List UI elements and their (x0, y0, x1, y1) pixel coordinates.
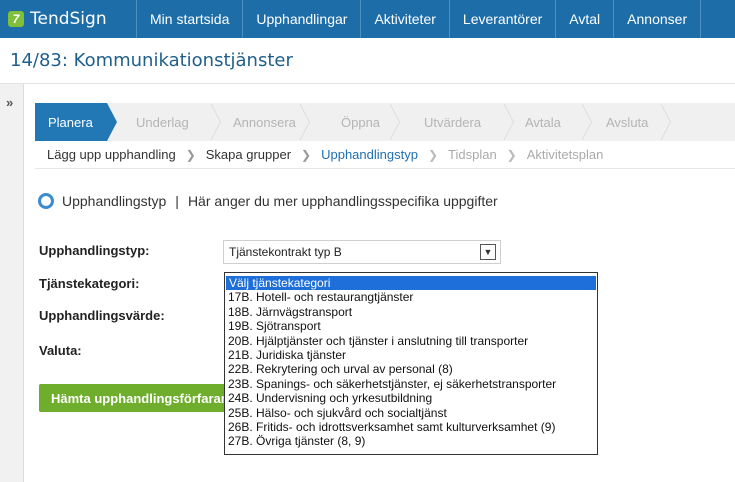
nav-min-startsida[interactable]: Min startsida (137, 0, 244, 38)
chevron-right-icon: ❯ (185, 147, 196, 162)
substep-skapa-grupper[interactable]: Skapa grupper (206, 147, 291, 162)
service-category-dropdown[interactable]: Välj tjänstekategori 17B. Hotell- och re… (224, 272, 598, 455)
dropdown-option[interactable]: 25B. Hälso- och sjukvård och socialtjäns… (225, 406, 597, 420)
page-title: 14/83: Kommunikationstjänster (10, 50, 293, 71)
service-category-label: Tjänstekategori: (39, 276, 140, 291)
gear-icon (38, 193, 54, 209)
dropdown-option[interactable]: 24B. Undervisning och yrkesutbildning (225, 391, 597, 405)
dropdown-option[interactable]: 27B. Övriga tjänster (8, 9) (225, 434, 597, 448)
step-underlag[interactable]: Underlag (136, 103, 189, 141)
dropdown-option[interactable]: Välj tjänstekategori (226, 276, 596, 291)
dropdown-option[interactable]: 21B. Juridiska tjänster (225, 348, 597, 362)
chevron-right-icon: ❯ (506, 147, 517, 162)
logo-text: TendSign (30, 9, 107, 29)
nav-aktiviteter[interactable]: Aktiviteter (361, 0, 450, 38)
step-utvardera[interactable]: Utvärdera (424, 103, 481, 141)
section-title: Upphandlingstyp (62, 193, 167, 209)
substep-tidsplan[interactable]: Tidsplan (448, 147, 497, 162)
step-divider (389, 103, 400, 141)
currency-label: Valuta: (39, 343, 82, 358)
procurement-type-value: Tjänstekontrakt typ B (229, 245, 342, 259)
step-annonsera[interactable]: Annonsera (233, 103, 296, 141)
chevron-right-icon: ❯ (427, 147, 439, 162)
dropdown-option[interactable]: 19B. Sjötransport (225, 319, 597, 333)
step-divider (210, 103, 221, 141)
chevron-right-icon: ❯ (301, 147, 312, 162)
section-heading: Upphandlingstyp | Här anger du mer uppha… (38, 193, 498, 209)
dropdown-option[interactable]: 18B. Järnvägstransport (225, 305, 597, 319)
fetch-procedure-button[interactable]: Hämta upphandlingsförfarande (39, 384, 239, 412)
step-avsluta[interactable]: Avsluta (606, 103, 648, 141)
procurement-type-label: Upphandlingstyp: (39, 243, 150, 258)
step-divider (581, 103, 592, 141)
nav-avtal[interactable]: Avtal (556, 0, 615, 38)
procurement-value-label: Upphandlingsvärde: (39, 308, 165, 323)
substep-aktivitetsplan[interactable]: Aktivitetsplan (527, 147, 604, 162)
chevron-down-icon[interactable]: ▼ (480, 244, 496, 260)
step-avtala[interactable]: Avtala (525, 103, 561, 141)
nav-upphandlingar[interactable]: Upphandlingar (243, 0, 362, 38)
dropdown-option[interactable]: 20B. Hjälptjänster och tjänster i anslut… (225, 334, 597, 348)
logo-icon: 7 (8, 11, 24, 27)
dropdown-option[interactable]: 26B. Fritids- och idrottsverksamhet samt… (225, 420, 597, 434)
procurement-type-select[interactable]: Tjänstekontrakt typ B ▼ (223, 240, 501, 264)
dropdown-option[interactable]: 17B. Hotell- och restaurangtjänster (225, 290, 597, 304)
top-navigation: 7 TendSign Min startsida Upphandlingar A… (0, 0, 735, 38)
step-oppna[interactable]: Öppna (341, 103, 380, 141)
collapsed-sidebar: » (0, 84, 24, 482)
process-steps: Planera Underlag Annonsera Öppna Utvärde… (35, 103, 735, 141)
expand-sidebar-icon[interactable]: » (6, 95, 13, 110)
step-planera[interactable]: Planera (35, 103, 117, 141)
section-description: Här anger du mer upphandlingsspecifika u… (187, 193, 498, 209)
substep-lagg-upp[interactable]: Lägg upp upphandling (47, 147, 176, 162)
nav-annonser[interactable]: Annonser (614, 0, 702, 38)
dropdown-option[interactable]: 22B. Rekrytering och urval av personal (… (225, 362, 597, 376)
sub-steps: Lägg upp upphandling ❯ Skapa grupper ❯ U… (35, 141, 735, 169)
app-logo[interactable]: 7 TendSign (0, 0, 137, 38)
dropdown-option[interactable]: 23B. Spanings- och säkerhetstjänster, ej… (225, 377, 597, 391)
step-divider (660, 103, 671, 141)
nav-leverantorer[interactable]: Leverantörer (450, 0, 557, 38)
step-divider (503, 103, 514, 141)
heading-separator: | (175, 193, 179, 209)
step-divider (299, 103, 310, 141)
substep-upphandlingstyp[interactable]: Upphandlingstyp (321, 147, 418, 162)
title-divider (0, 83, 735, 84)
